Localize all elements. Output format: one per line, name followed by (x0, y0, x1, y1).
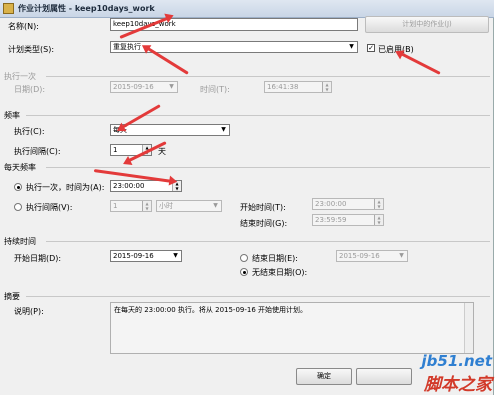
schedule-type-value: 重复执行 (113, 43, 141, 51)
start-time-label: 开始时间(T): (240, 203, 286, 212)
end-time-value: 23:59:59 (315, 216, 347, 224)
description-scrollbar[interactable] (464, 303, 473, 353)
watermark-brand: 脚本之家 (424, 375, 492, 395)
end-date-input[interactable]: 2015-09-16 ▼ (336, 250, 408, 262)
one-time-date-label: 日期(D): (14, 85, 46, 94)
chevron-down-icon: ▼ (349, 43, 354, 50)
one-time-date-input[interactable]: 2015-09-16 ▼ (110, 81, 178, 93)
spinner-icon: ▲▼ (374, 199, 383, 209)
one-time-header: 执行一次 (4, 72, 36, 81)
one-time-time-value: 16:41:38 (267, 83, 299, 91)
occurs-label: 执行(C): (14, 127, 45, 136)
occurs-every-label: 执行间隔(V): (26, 203, 73, 212)
end-date-label: 结束日期(E): (252, 254, 298, 263)
chevron-down-icon: ▼ (399, 252, 404, 259)
chevron-down-icon: ▼ (173, 252, 178, 259)
occurs-every-input[interactable]: 1 ▲ ▼ (110, 200, 152, 212)
end-time-input[interactable]: 23:59:59 ▲ ▼ (312, 214, 384, 226)
occurs-every-unit-select[interactable]: 小时 ▼ (156, 200, 222, 212)
description-box[interactable]: 在每天的 23:00:00 执行。将从 2015-09-16 开始使用计划。 (110, 302, 474, 354)
chevron-down-icon: ▼ (221, 126, 226, 133)
one-time-date-value: 2015-09-16 (113, 83, 154, 91)
start-date-label: 开始日期(D): (14, 254, 62, 263)
daily-frequency-header: 每天频率 (4, 163, 36, 172)
occurs-once-label: 执行一次，时间为(A): (26, 183, 105, 192)
end-date-value: 2015-09-16 (339, 252, 380, 260)
recurs-every-label: 执行间隔(C): (14, 147, 61, 156)
spinner-icon: ▲▼ (322, 82, 331, 92)
occurs-once-radio[interactable] (14, 183, 22, 191)
occurs-every-unit-value: 小时 (159, 202, 173, 210)
no-end-date-radio[interactable] (240, 268, 248, 276)
spinner-icon: ▲▼ (374, 215, 383, 225)
window-title: 作业计划属性 - keep10days_work (18, 4, 155, 13)
frequency-divider (26, 115, 490, 116)
name-label: 名称(N): (8, 22, 39, 31)
spinner-icon: ▲▼ (142, 201, 151, 211)
chevron-down-icon: ▼ (213, 202, 218, 209)
start-date-input[interactable]: 2015-09-16 ▼ (110, 250, 182, 262)
one-time-divider (46, 76, 490, 77)
watermark-domain: jb51.net (421, 352, 492, 370)
ok-button[interactable]: 确定 (296, 368, 352, 385)
chevron-down-icon: ▼ (169, 83, 174, 90)
one-time-time-label: 时间(T): (200, 85, 230, 94)
frequency-header: 频率 (4, 111, 20, 120)
one-time-time-input[interactable]: 16:41:38 ▲ ▼ (264, 81, 332, 93)
schedule-type-label: 计划类型(S): (8, 45, 55, 54)
occurs-select[interactable]: 每天 ▼ (110, 124, 230, 136)
description-text: 在每天的 23:00:00 执行。将从 2015-09-16 开始使用计划。 (114, 306, 308, 314)
no-end-date-label: 无结束日期(O): (252, 268, 308, 277)
recurs-every-value: 1 (113, 146, 118, 154)
start-time-value: 23:00:00 (315, 200, 347, 208)
daily-frequency-divider (46, 167, 490, 168)
duration-header: 持续时间 (4, 237, 36, 246)
occurs-once-time-value: 23:00:00 (113, 182, 145, 190)
summary-header: 摘要 (4, 292, 20, 301)
cancel-button[interactable] (356, 368, 412, 385)
description-label: 说明(P): (14, 307, 44, 316)
occurs-every-value: 1 (113, 202, 118, 210)
enabled-checkbox[interactable]: ✓ (367, 44, 375, 52)
window-icon (3, 3, 14, 14)
start-time-input[interactable]: 23:00:00 ▲ ▼ (312, 198, 384, 210)
end-date-radio[interactable] (240, 254, 248, 262)
recurs-unit-label: 天 (158, 147, 166, 156)
occurs-every-radio[interactable] (14, 203, 22, 211)
end-time-label: 结束时间(G): (240, 219, 288, 228)
dialog-window: 作业计划属性 - keep10days_work 名称(N): keep10da… (0, 0, 494, 395)
jobs-in-schedule-button[interactable]: 计划中的作业(J) (365, 16, 489, 33)
summary-divider (26, 296, 490, 297)
duration-divider (46, 241, 490, 242)
start-date-value: 2015-09-16 (113, 252, 154, 260)
